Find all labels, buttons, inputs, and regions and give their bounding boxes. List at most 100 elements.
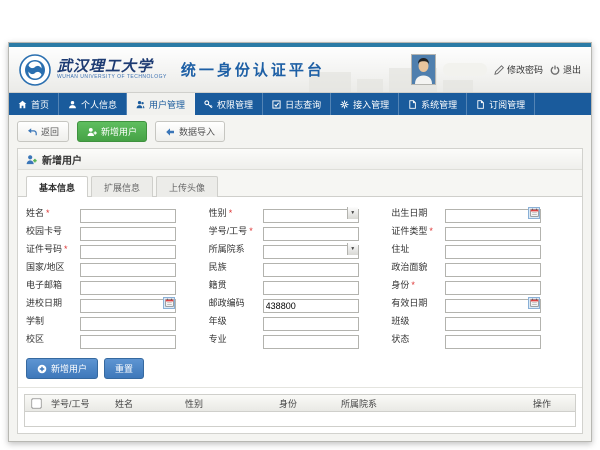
field-label-identity: 身份* xyxy=(391,278,445,291)
campus-control xyxy=(80,332,176,346)
table-header-department: 所属院系 xyxy=(337,397,529,410)
nav-item-permission-management[interactable]: 权限管理 xyxy=(195,93,263,115)
nav-item-home[interactable]: 首页 xyxy=(9,93,59,115)
field-label-department: 所属院系 xyxy=(209,242,263,255)
section-title: 新增用户 xyxy=(42,152,82,167)
user-add-icon xyxy=(87,127,97,137)
table-header-name: 姓名 xyxy=(111,397,181,410)
form-row: 电子邮箱籍贯身份* xyxy=(26,277,574,292)
major-control xyxy=(263,332,359,346)
data-import-button[interactable]: 数据导入 xyxy=(155,121,225,142)
field-label-address: 住址 xyxy=(391,242,445,255)
submit-add-user-button[interactable]: 新增用户 xyxy=(26,358,98,379)
postal-code-input[interactable] xyxy=(263,299,359,313)
field-label-id-type: 证件类型* xyxy=(391,224,445,237)
building-silhouette xyxy=(357,79,383,92)
ethnicity-input[interactable] xyxy=(263,263,359,277)
form-field-native-place: 籍贯 xyxy=(209,277,392,292)
field-label-schooling-length: 学制 xyxy=(26,314,80,327)
field-label-class: 班级 xyxy=(391,314,445,327)
schooling-length-control xyxy=(80,314,176,328)
gender-dropdown-button[interactable]: ▼ xyxy=(347,207,358,219)
change-password-link[interactable]: 修改密码 xyxy=(494,63,543,76)
form-field-department: 所属院系 ▼ xyxy=(209,241,392,256)
key-icon xyxy=(204,100,213,109)
id-number-control xyxy=(80,242,176,256)
form-row: 证件号码*所属院系▼住址 xyxy=(26,241,574,256)
form-field-entry-date: 进校日期 xyxy=(26,295,209,310)
calendar-icon xyxy=(530,298,539,307)
identity-input[interactable] xyxy=(445,281,541,295)
status-input[interactable] xyxy=(445,335,541,349)
header: 武汉理工大学 WUHAN UNIVERSITY OF TECHNOLOGY 统一… xyxy=(9,47,591,93)
nav-item-subscription-management[interactable]: 订阅管理 xyxy=(467,93,535,115)
campus-card-no-control xyxy=(80,224,176,238)
nav-item-system-management[interactable]: 系统管理 xyxy=(399,93,467,115)
field-label-grade: 年级 xyxy=(209,314,263,327)
logout-link[interactable]: 退出 xyxy=(550,63,581,76)
check-square-icon xyxy=(272,100,281,109)
reset-button[interactable]: 重置 xyxy=(104,358,144,379)
entry-date-input[interactable] xyxy=(80,299,176,313)
user-avatar[interactable] xyxy=(411,54,436,85)
tab-basic-info[interactable]: 基本信息 xyxy=(26,176,88,197)
campus-input[interactable] xyxy=(80,335,176,349)
table-header-actions: 操作 xyxy=(529,397,575,410)
email-input[interactable] xyxy=(80,281,176,295)
form-field-valid-date: 有效日期 xyxy=(391,295,574,310)
user-table-empty-body xyxy=(25,412,575,426)
country-region-input[interactable] xyxy=(80,263,176,277)
id-type-input[interactable] xyxy=(445,227,541,241)
gender-input[interactable] xyxy=(263,209,359,223)
schooling-length-input[interactable] xyxy=(80,317,176,331)
back-arrow-icon xyxy=(27,127,37,137)
valid-date-calendar-button[interactable] xyxy=(528,297,540,309)
nav-item-user-management[interactable]: 用户管理 xyxy=(127,93,195,115)
university-logo xyxy=(19,54,51,86)
required-marker: * xyxy=(64,244,68,254)
home-icon xyxy=(18,100,27,109)
major-input[interactable] xyxy=(263,335,359,349)
tab-extended-info[interactable]: 扩展信息 xyxy=(91,176,153,197)
nav-item-access-management[interactable]: 接入管理 xyxy=(331,93,399,115)
valid-date-input[interactable] xyxy=(445,299,541,313)
student-id-input[interactable] xyxy=(263,227,359,241)
field-label-major: 专业 xyxy=(209,332,263,345)
name-control xyxy=(80,206,176,220)
form-tabstrip: 基本信息扩展信息上传头像 xyxy=(18,170,582,197)
nav-item-profile[interactable]: 个人信息 xyxy=(59,93,127,115)
form-field-gender: 性别*▼ xyxy=(209,205,392,220)
campus-card-no-input[interactable] xyxy=(80,227,176,241)
native-place-input[interactable] xyxy=(263,281,359,295)
entry-date-control xyxy=(80,296,176,310)
field-label-campus: 校区 xyxy=(26,332,80,345)
address-control xyxy=(445,242,541,256)
birth-date-calendar-button[interactable] xyxy=(528,207,540,219)
department-input[interactable] xyxy=(263,245,359,259)
back-button[interactable]: 返回 xyxy=(17,121,69,142)
tab-upload-avatar[interactable]: 上传头像 xyxy=(156,176,218,197)
id-type-control xyxy=(445,224,541,238)
add-user-label: 新增用户 xyxy=(101,125,137,138)
address-input[interactable] xyxy=(445,245,541,259)
grade-input[interactable] xyxy=(263,317,359,331)
required-marker: * xyxy=(411,280,415,290)
class-input[interactable] xyxy=(445,317,541,331)
select-all-checkbox[interactable] xyxy=(31,398,41,408)
name-input[interactable] xyxy=(80,209,176,223)
form-field-campus-card-no: 校园卡号 xyxy=(26,223,209,238)
form-field-identity: 身份* xyxy=(391,277,574,292)
political-status-input[interactable] xyxy=(445,263,541,277)
department-dropdown-button[interactable]: ▼ xyxy=(347,243,358,255)
birth-date-input[interactable] xyxy=(445,209,541,223)
add-user-toolbar-button[interactable]: 新增用户 xyxy=(77,121,147,142)
class-control xyxy=(445,314,541,328)
doc-icon xyxy=(408,100,417,109)
nav-item-log-query[interactable]: 日志查询 xyxy=(263,93,331,115)
nav-item-label: 日志查询 xyxy=(285,98,321,111)
email-control xyxy=(80,278,176,292)
field-label-postal-code: 邮政编码 xyxy=(209,296,263,309)
entry-date-calendar-button[interactable] xyxy=(163,297,175,309)
id-number-input[interactable] xyxy=(80,245,176,259)
form-actions: 新增用户 重置 xyxy=(18,353,582,388)
